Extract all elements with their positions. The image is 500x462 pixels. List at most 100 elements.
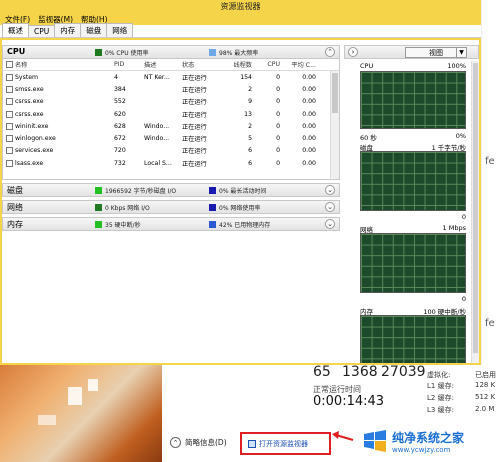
col-header-name[interactable]: 名称	[15, 60, 114, 69]
cpu-frequency-indicator: 98% 最大频率	[209, 48, 258, 57]
chevron-down-icon[interactable]: ⌄	[325, 219, 335, 229]
process-name: csrss.exe	[15, 98, 44, 106]
table-row[interactable]: System 4 NT Ker... 正在运行 154 0 0.00	[3, 71, 339, 83]
network-io-indicator: 0 Kbps 网络 I/O	[95, 203, 150, 212]
select-all-checkbox[interactable]	[5, 61, 13, 68]
table-row[interactable]: smss.exe 384 正在运行 2 0 0.00	[3, 83, 339, 95]
table-row[interactable]: wininit.exe 628 Windo... 正在运行 2 0 0.00	[3, 120, 339, 132]
process-avg-cpu: 0.00	[302, 135, 316, 143]
cache-value: 2.0 M	[475, 405, 495, 413]
col-header-threads[interactable]: 线程数	[222, 60, 258, 69]
table-scrollbar[interactable]	[330, 71, 339, 179]
process-avg-cpu: 0.00	[302, 85, 316, 93]
cpu-usage-swatch	[95, 49, 102, 56]
table-row[interactable]: winlogon.exe 672 Windo... 正在运行 5 0 0.00	[3, 132, 339, 144]
graph-panel: › 视图 ▼ CPU 100% 60 秒 0% 磁盘 1 千字节/秒 0 网络 …	[344, 45, 479, 363]
bg-stat-handles: 65	[313, 364, 331, 380]
cpu-frequency-swatch	[209, 49, 216, 56]
tab-disk[interactable]: 磁盘	[80, 23, 108, 37]
cpu-frequency-text: 98% 最大频率	[219, 50, 259, 57]
row-checkbox[interactable]	[5, 98, 13, 106]
col-header-status[interactable]: 状态	[180, 60, 222, 69]
col-header-desc[interactable]: 描述	[144, 60, 180, 69]
disk-io-text: 1966592 字节/秒磁盘 I/O	[105, 188, 177, 195]
memory-section-header[interactable]: 内存 35 硬中断/秒 42% 已用物理内存 ⌄	[2, 217, 340, 231]
disk-graph	[360, 151, 466, 211]
process-pid: 620	[114, 110, 126, 118]
process-threads: 9	[248, 98, 252, 106]
logo-title: 纯净系统之家	[392, 430, 465, 445]
process-status: 正在运行	[182, 136, 207, 144]
dropdown-arrow-icon: ▼	[456, 48, 466, 57]
table-row[interactable]: csrss.exe 552 正在运行 9 0 0.00	[3, 96, 339, 108]
disk-graph-min: 0	[461, 213, 466, 221]
process-cpu: 0	[276, 85, 280, 93]
row-checkbox[interactable]	[5, 85, 13, 93]
process-threads: 6	[248, 147, 252, 155]
row-checkbox[interactable]	[5, 122, 13, 130]
cache-value: 512 K	[475, 393, 496, 401]
process-threads: 6	[248, 159, 252, 167]
graph-scrollbar[interactable]	[471, 61, 479, 363]
row-checkbox[interactable]	[5, 135, 13, 143]
brief-info-button[interactable]: ⌃ 简略信息(D)	[170, 437, 227, 448]
cpu-graph-timespan: 60 秒	[360, 134, 377, 142]
process-status: 正在运行	[182, 111, 207, 119]
bg-stat-processes: 27039	[381, 364, 426, 380]
col-header-cpu[interactable]: CPU	[258, 61, 286, 68]
cache-label: L3 缓存:	[427, 406, 454, 414]
disk-io-indicator: 1966592 字节/秒磁盘 I/O	[95, 186, 176, 195]
cpu-section-header[interactable]: CPU 0% CPU 使用率 98% 最大频率 ⌃	[2, 45, 340, 59]
open-resource-monitor-label: 打开资源监视器	[259, 439, 308, 448]
process-pid: 732	[114, 159, 126, 167]
table-row[interactable]: csrss.exe 620 正在运行 13 0 0.00	[3, 108, 339, 120]
table-row[interactable]: services.exe 720 正在运行 6 0 0.00	[3, 145, 339, 157]
table-row[interactable]: lsass.exe 732 Local S... 正在运行 6 0 0.00	[3, 157, 339, 169]
background-photo	[0, 365, 162, 462]
process-status: 正在运行	[182, 123, 207, 131]
process-threads: 154	[240, 73, 252, 81]
chevron-down-icon[interactable]: ⌄	[325, 202, 335, 212]
process-name: csrss.exe	[15, 110, 44, 118]
uptime-value: 0:00:14:43	[313, 394, 385, 409]
network-section-header[interactable]: 网络 0 Kbps 网络 I/O 0% 网络使用率 ⌄	[2, 200, 340, 214]
row-checkbox[interactable]	[5, 147, 13, 155]
network-graph	[360, 233, 466, 293]
chevron-up-icon[interactable]: ⌃	[325, 47, 335, 57]
collapse-panel-button[interactable]: ›	[348, 47, 358, 57]
red-arrow-icon	[332, 431, 354, 441]
network-graph-min: 0	[461, 295, 466, 303]
chevron-down-icon[interactable]: ⌄	[325, 185, 335, 195]
cpu-graph-footer: 60 秒 0%	[360, 132, 466, 142]
open-resource-monitor-link[interactable]: 打开资源监视器	[240, 432, 331, 455]
cache-label: 虚拟化:	[427, 371, 451, 379]
disk-graph-footer: 0	[360, 213, 466, 221]
cpu-graph-min: 0%	[455, 132, 466, 140]
tab-network[interactable]: 网络	[106, 23, 134, 37]
memory-graph	[360, 315, 466, 363]
process-description: Windo...	[144, 122, 170, 130]
table-header: 名称 PID 描述 状态 线程数 CPU 平均 C...	[3, 59, 339, 71]
network-io-swatch	[95, 204, 102, 211]
disk-section-header[interactable]: 磁盘 1966592 字节/秒磁盘 I/O 0% 最长活动时间 ⌄	[2, 183, 340, 197]
process-name: smss.exe	[15, 85, 44, 93]
process-pid: 4	[114, 73, 118, 81]
cpu-process-table: 名称 PID 描述 状态 线程数 CPU 平均 C... System 4 NT K…	[2, 59, 340, 180]
row-checkbox[interactable]	[5, 110, 13, 118]
network-section-title: 网络	[7, 203, 23, 212]
row-checkbox[interactable]	[5, 73, 13, 81]
row-checkbox[interactable]	[5, 159, 13, 167]
tab-cpu[interactable]: CPU	[28, 25, 56, 37]
process-cpu: 0	[276, 159, 280, 167]
view-dropdown[interactable]: 视图 ▼	[405, 47, 467, 58]
col-header-pid[interactable]: PID	[114, 61, 144, 68]
tab-memory[interactable]: 内存	[54, 23, 82, 37]
title-bar[interactable]: 资源监视器	[0, 0, 481, 13]
memory-used-swatch	[209, 221, 216, 228]
process-description: Local S...	[144, 159, 172, 167]
process-description: Windo...	[144, 135, 170, 143]
tab-overview[interactable]: 概述	[2, 23, 29, 37]
bg-fragment-text: fe	[485, 318, 495, 329]
cpu-graph-header: CPU 100%	[360, 62, 466, 70]
col-header-avg-cpu[interactable]: 平均 C...	[286, 60, 320, 69]
